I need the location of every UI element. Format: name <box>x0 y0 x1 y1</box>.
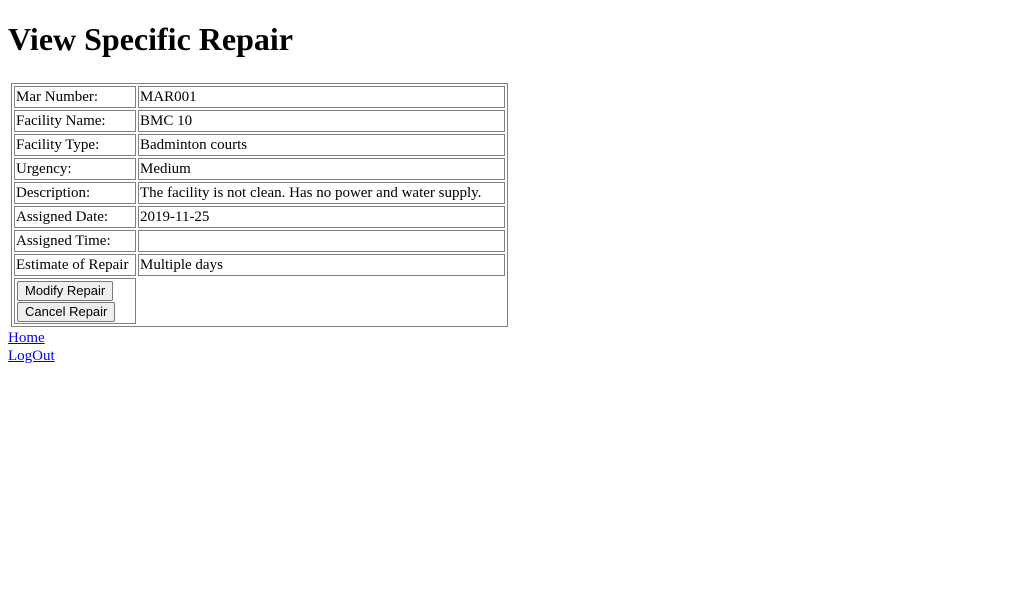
description-label: Description: <box>14 182 136 204</box>
table-row: Mar Number: MAR001 <box>14 86 505 108</box>
table-row: Assigned Time: <box>14 230 505 252</box>
logout-link[interactable]: LogOut <box>8 347 1026 365</box>
home-link[interactable]: Home <box>8 329 1026 347</box>
mar-number-value: MAR001 <box>138 86 505 108</box>
assigned-time-value <box>138 230 505 252</box>
repair-details-table: Mar Number: MAR001 Facility Name: BMC 10… <box>11 83 508 327</box>
actions-empty-cell <box>138 278 505 324</box>
modify-repair-button[interactable]: Modify Repair <box>17 281 114 301</box>
page-title: View Specific Repair <box>8 21 293 57</box>
facility-name-label: Facility Name: <box>14 110 136 132</box>
table-row: Assigned Date: 2019-11-25 <box>14 206 505 228</box>
assigned-date-label: Assigned Date: <box>14 206 136 228</box>
facility-type-value: Badminton courts <box>138 134 505 156</box>
facility-type-label: Facility Type: <box>14 134 136 156</box>
estimate-of-repair-value: Multiple days <box>138 254 505 276</box>
estimate-of-repair-label: Estimate of Repair <box>14 254 136 276</box>
table-row: Facility Name: BMC 10 <box>14 110 505 132</box>
urgency-label: Urgency: <box>14 158 136 180</box>
table-row: Urgency: Medium <box>14 158 505 180</box>
description-value: The facility is not clean. Has no power … <box>138 182 505 204</box>
table-row: Facility Type: Badminton courts <box>14 134 505 156</box>
table-row: Description: The facility is not clean. … <box>14 182 505 204</box>
footer-links: Home LogOut <box>8 329 1026 365</box>
assigned-time-label: Assigned Time: <box>14 230 136 252</box>
cancel-repair-button[interactable]: Cancel Repair <box>17 302 116 322</box>
mar-number-label: Mar Number: <box>14 86 136 108</box>
urgency-value: Medium <box>138 158 505 180</box>
assigned-date-value: 2019-11-25 <box>138 206 505 228</box>
actions-cell: Modify Repair Cancel Repair <box>14 278 136 324</box>
page: View Specific Repair Mar Number: MAR001 … <box>0 0 1034 616</box>
actions-row: Modify Repair Cancel Repair <box>14 278 505 324</box>
facility-name-value: BMC 10 <box>138 110 505 132</box>
table-row: Estimate of Repair Multiple days <box>14 254 505 276</box>
